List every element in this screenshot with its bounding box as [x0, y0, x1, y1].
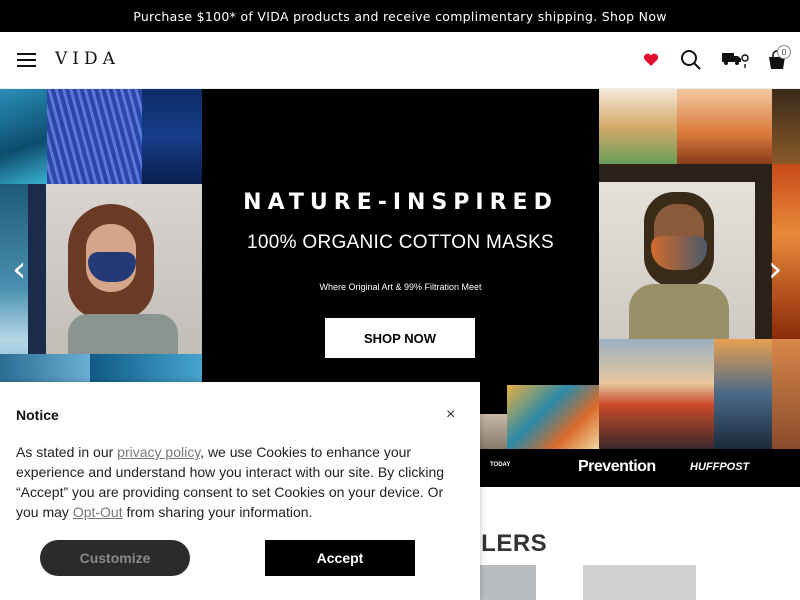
huffpost-logo: HUFFPOST — [690, 461, 750, 473]
model-photo-right — [599, 164, 772, 339]
site-logo[interactable]: VIDA — [55, 49, 120, 69]
hero-subheadline: 100% ORGANIC COTTON MASKS — [247, 232, 554, 253]
art-tile — [47, 89, 142, 184]
art-tile — [480, 414, 507, 449]
notice-text: As stated in our — [16, 444, 118, 460]
art-tile — [0, 89, 47, 184]
art-tile — [507, 385, 599, 449]
opt-out-link[interactable]: Opt-Out — [73, 504, 123, 520]
cart-count-badge: 0 — [777, 45, 791, 59]
art-tile — [599, 339, 714, 449]
carousel-prev-arrow[interactable]: ‹ — [12, 249, 26, 290]
hero-headline: NATURE-INSPIRED — [243, 190, 558, 215]
cookie-notice-dialog: Notice × As stated in our privacy policy… — [0, 382, 480, 600]
carousel-next-arrow[interactable]: › — [768, 249, 782, 290]
privacy-policy-link[interactable]: privacy policy — [117, 444, 200, 460]
promo-banner[interactable]: Purchase $100* of VIDA products and rece… — [0, 0, 800, 32]
cart-icon[interactable]: 0 — [766, 45, 792, 71]
art-tile — [772, 339, 800, 449]
notice-body: As stated in our privacy policy, we use … — [16, 442, 456, 522]
hero-tagline: Where Original Art & 99% Filtration Meet — [319, 282, 482, 292]
notice-text: from sharing your information. — [122, 504, 313, 520]
accept-button[interactable]: Accept — [265, 540, 415, 576]
close-icon[interactable]: × — [446, 406, 455, 424]
art-tile — [772, 89, 800, 164]
wishlist-heart-icon[interactable] — [643, 53, 659, 67]
art-tile — [677, 89, 772, 164]
today-logo: TODAY — [490, 462, 511, 468]
prevention-logo: Prevention — [578, 458, 656, 475]
customize-button[interactable]: Customize — [40, 540, 190, 576]
site-header: VIDA 0 — [0, 32, 800, 89]
search-icon[interactable] — [680, 49, 702, 71]
menu-icon[interactable] — [17, 53, 36, 67]
model-photo-left — [28, 184, 202, 354]
promo-text[interactable]: Purchase $100* of VIDA products and rece… — [133, 9, 667, 24]
product-card[interactable] — [583, 565, 696, 600]
shop-now-button[interactable]: SHOP NOW — [325, 318, 475, 358]
art-tile — [142, 89, 202, 184]
notice-title: Notice — [16, 407, 59, 423]
art-tile — [714, 339, 772, 449]
shipping-truck-icon[interactable] — [721, 50, 751, 72]
press-logos-bar: TODAY Prevention HUFFPOST — [480, 449, 800, 487]
art-tile — [599, 89, 677, 164]
